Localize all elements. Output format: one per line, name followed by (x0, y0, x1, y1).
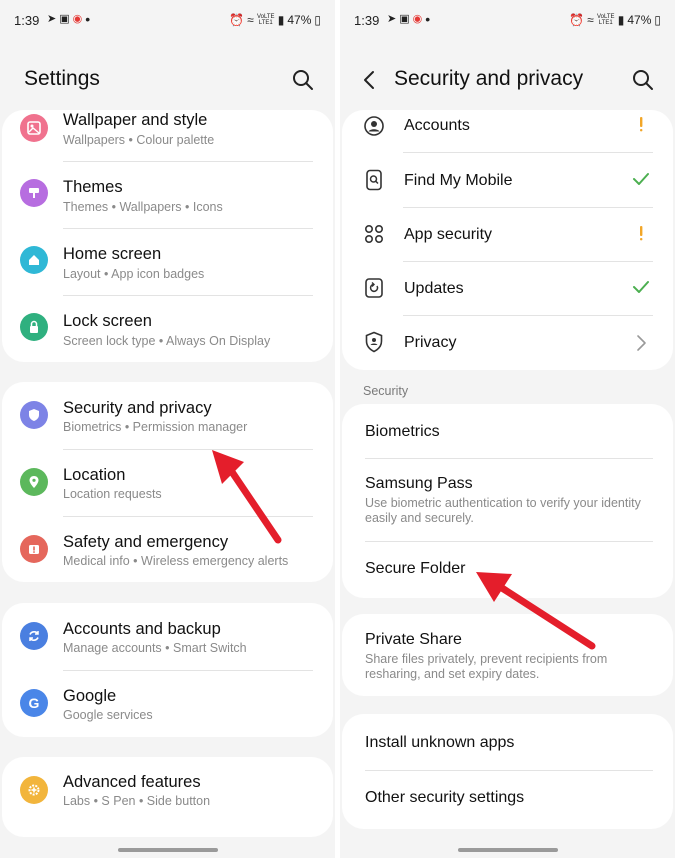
security-item-privacy[interactable]: Privacy (342, 315, 673, 370)
battery-icon: ▯ (654, 13, 661, 27)
settings-item-google[interactable]: G Google Google services (2, 670, 333, 737)
security-item-updates[interactable]: Updates (342, 261, 673, 315)
dot-icon: • (425, 11, 431, 27)
signal-icon: ▮ (277, 13, 285, 27)
settings-item-themes[interactable]: Themes Themes • Wallpapers • Icons (2, 167, 333, 234)
gesture-bar[interactable] (457, 848, 558, 852)
search-icon[interactable] (289, 66, 317, 94)
settings-group-accounts: Accounts and backup Manage accounts • Sm… (2, 603, 333, 737)
security-item-accounts[interactable]: Accounts (342, 110, 673, 154)
security-item-samsung-pass[interactable]: Samsung Pass Use biometric authenticatio… (342, 459, 673, 541)
gallery-icon: ▣ (399, 13, 410, 25)
security-item-secure-folder[interactable]: Secure Folder (342, 542, 673, 598)
gesture-bar[interactable] (117, 848, 218, 852)
settings-item-accounts-backup[interactable]: Accounts and backup Manage accounts • Sm… (2, 603, 333, 670)
security-item-find-my-mobile[interactable]: Find My Mobile (342, 153, 673, 207)
private-share-group: Private Share Share files privately, pre… (342, 614, 673, 696)
settings-item-lock-screen[interactable]: Lock screen Screen lock type • Always On… (2, 301, 333, 362)
youtube-icon: ◉ (412, 13, 423, 25)
warning-icon (631, 223, 651, 243)
status-time: 1:39 (14, 13, 40, 28)
battery-label: 47% (287, 13, 312, 27)
home-icon (20, 246, 48, 274)
settings-item-wallpaper[interactable]: Wallpaper and style Wallpapers • Colour … (2, 110, 333, 167)
security-item-private-share[interactable]: Private Share Share files privately, pre… (342, 614, 673, 696)
signal-icon: ▮ (617, 13, 625, 27)
settings-group-display: Wallpaper and style Wallpapers • Colour … (2, 110, 333, 362)
gallery-icon: ▣ (59, 13, 70, 25)
settings-item-security-privacy[interactable]: Security and privacy Biometrics • Permis… (2, 382, 333, 449)
alarm-icon: ⏰ (229, 13, 245, 27)
security-privacy-panel: 1:39 ➤ ▣ ◉ • ⏰ ≈ VoLTE LTE1 ▮ 47% ▯ Secu… (340, 0, 675, 858)
find-mobile-icon (362, 168, 386, 192)
security-options-group: Biometrics Samsung Pass Use biometric au… (342, 404, 673, 598)
security-item-other-security-settings[interactable]: Other security settings (342, 771, 673, 829)
section-label-security: Security (363, 384, 409, 398)
emergency-icon (20, 535, 48, 563)
privacy-shield-icon (362, 330, 386, 354)
account-icon (362, 114, 386, 138)
battery-label: 47% (627, 13, 652, 27)
youtube-icon: ◉ (72, 13, 83, 25)
settings-item-advanced-features[interactable]: Advanced features Labs • S Pen • Side bu… (2, 757, 333, 837)
settings-item-home-screen[interactable]: Home screen Layout • App icon badges (2, 234, 333, 301)
network-label: VoLTE LTE1 (596, 14, 615, 26)
warning-icon (631, 114, 651, 134)
wifi-icon: ≈ (247, 13, 254, 27)
location-pin-icon (20, 468, 48, 496)
update-icon (362, 276, 386, 300)
status-time: 1:39 (354, 13, 380, 28)
settings-item-location[interactable]: Location Location requests (2, 449, 333, 516)
network-label: VoLTE LTE1 (256, 14, 275, 26)
settings-panel: 1:39 ➤ ▣ ◉ • ⏰ ≈ VoLTE LTE1 ▮ 47% ▯ Sett… (0, 0, 335, 858)
page-title: Security and privacy (394, 67, 584, 90)
wallpaper-icon (20, 114, 48, 142)
alarm-icon: ⏰ (569, 13, 585, 27)
check-icon (631, 169, 651, 189)
dot-icon: • (85, 11, 91, 27)
security-item-install-unknown-apps[interactable]: Install unknown apps (342, 714, 673, 770)
wifi-icon: ≈ (587, 13, 594, 27)
app-grid-icon (362, 222, 386, 246)
back-icon[interactable] (356, 66, 384, 94)
telegram-icon: ➤ (47, 13, 57, 25)
themes-icon (20, 179, 48, 207)
check-icon (631, 277, 651, 297)
security-item-app-security[interactable]: App security (342, 207, 673, 261)
shield-icon (20, 401, 48, 429)
settings-item-safety-emergency[interactable]: Safety and emergency Medical info • Wire… (2, 516, 333, 582)
status-bar: 1:39 ➤ ▣ ◉ • ⏰ ≈ VoLTE LTE1 ▮ 47% ▯ (340, 8, 675, 32)
chevron-right-icon (631, 333, 651, 353)
google-icon: G (20, 689, 48, 717)
other-security-group: Install unknown apps Other security sett… (342, 714, 673, 829)
settings-group-advanced: Advanced features Labs • S Pen • Side bu… (2, 757, 333, 837)
battery-icon: ▯ (314, 13, 321, 27)
search-icon[interactable] (629, 66, 657, 94)
security-item-biometrics[interactable]: Biometrics (342, 404, 673, 458)
status-bar: 1:39 ➤ ▣ ◉ • ⏰ ≈ VoLTE LTE1 ▮ 47% ▯ (0, 8, 335, 32)
sync-icon (20, 622, 48, 650)
telegram-icon: ➤ (387, 13, 397, 25)
settings-group-security: Security and privacy Biometrics • Permis… (2, 382, 333, 582)
page-title: Settings (24, 67, 100, 90)
security-status-group: Accounts Find My Mobile App security Upd… (342, 110, 673, 370)
gear-plus-icon (20, 776, 48, 804)
lock-icon (20, 313, 48, 341)
